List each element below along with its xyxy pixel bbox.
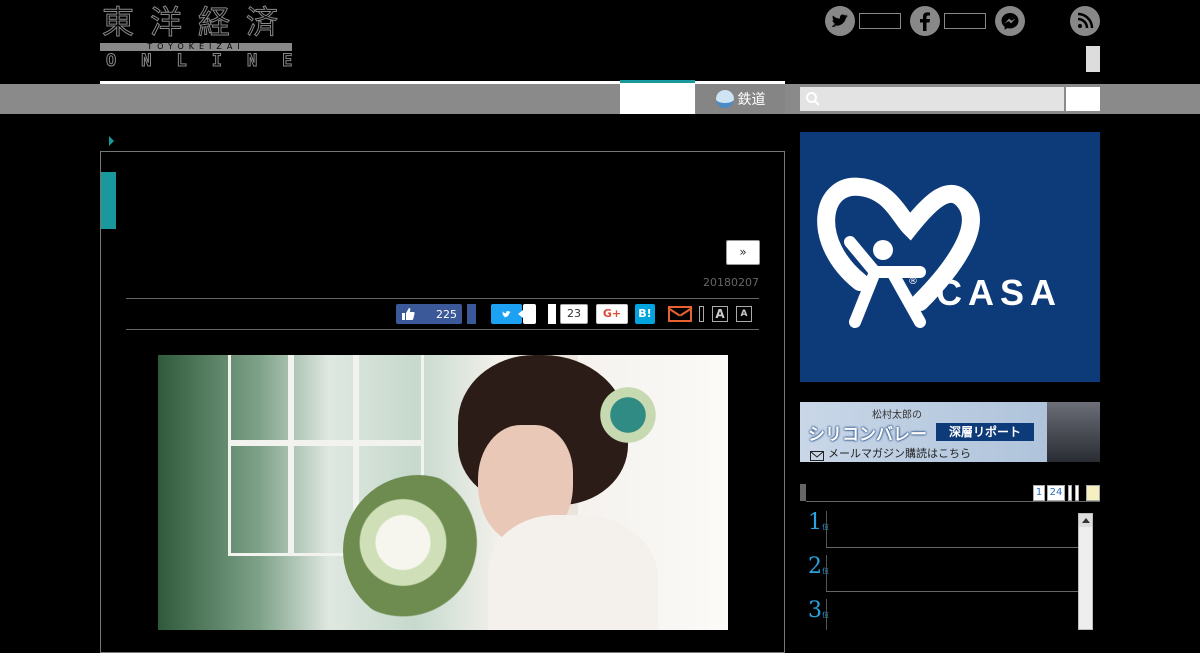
twitter-icon	[501, 311, 511, 318]
article-date: 20180207	[703, 276, 759, 289]
ranking-tab-1h[interactable]: 1	[1033, 485, 1045, 501]
facebook-like-button[interactable]: 225	[396, 304, 462, 324]
twitter-follow-count[interactable]	[859, 13, 901, 29]
search-button[interactable]	[1066, 87, 1100, 111]
facebook-f-glyph	[920, 12, 930, 31]
mail-icon[interactable]	[668, 306, 692, 322]
font-large-button[interactable]: A	[712, 306, 728, 322]
thumbs-up-icon	[402, 308, 415, 320]
next-page-button[interactable]: »	[726, 240, 760, 265]
scroll-up-arrow-icon[interactable]	[1079, 514, 1092, 527]
nav-tab-railway[interactable]: 鉄道	[696, 84, 785, 114]
logo-online: ONLINE	[105, 51, 318, 72]
facebook-share-button[interactable]	[467, 304, 476, 324]
ranking-item-2-separator	[826, 555, 827, 591]
ranking-rank-number: 3	[808, 598, 822, 623]
ranking-tab-extra[interactable]	[1086, 485, 1100, 501]
facebook-like-count: 225	[436, 307, 457, 321]
messenger-icon[interactable]	[995, 6, 1025, 36]
ranking-rank-number: 1	[808, 510, 822, 535]
nav-tab-railway-label: 鉄道	[737, 92, 766, 108]
twitter-share-count	[518, 304, 536, 324]
facebook-icon[interactable]	[910, 6, 940, 36]
casa-heart-logo	[817, 177, 980, 328]
envelope-icon	[810, 446, 824, 465]
hatena-count: 23	[560, 304, 588, 324]
ranking-scrollbar[interactable]	[1078, 513, 1093, 630]
twitter-bird-glyph	[832, 14, 848, 27]
ranking-header-bar	[800, 484, 806, 501]
hatena-bookmark-button[interactable]: B!	[635, 304, 655, 324]
registered-mark: ®	[908, 276, 918, 287]
twitter-icon[interactable]	[825, 6, 855, 36]
ranking-tab-24h[interactable]: 24	[1047, 485, 1065, 501]
title-accent-bar	[101, 172, 116, 229]
ranking-item-1-separator	[826, 511, 827, 547]
ranking-tab-month[interactable]	[1075, 485, 1079, 501]
pocket-button[interactable]	[548, 304, 556, 324]
login-button[interactable]	[1086, 46, 1100, 72]
facebook-like-count[interactable]	[944, 13, 986, 29]
newsletter-author: 松村太郎の	[872, 410, 922, 421]
logo-roman: TOYOKEIZAI	[100, 43, 292, 51]
newsletter-title: シリコンバレー	[808, 425, 927, 445]
nav-tab-active[interactable]	[620, 80, 695, 114]
logo-kanji[interactable]: 東洋経済	[101, 4, 294, 41]
font-small-button[interactable]: A	[736, 306, 752, 322]
casa-ad-banner[interactable]	[800, 132, 1100, 382]
ranking-tab-week[interactable]	[1068, 485, 1072, 501]
google-plus-button[interactable]: G+	[596, 304, 628, 324]
print-button[interactable]	[699, 306, 704, 322]
share-divider-bottom	[126, 329, 759, 330]
messenger-bubble-glyph	[1001, 13, 1019, 30]
train-icon	[715, 90, 734, 108]
ranking-row-divider	[826, 591, 1078, 592]
ranking-row-divider	[826, 547, 1078, 548]
ranking-header-line	[806, 501, 1100, 502]
rss-icon[interactable]	[1070, 6, 1100, 36]
share-divider-top	[126, 298, 759, 299]
ranking-item-3-separator	[826, 599, 827, 630]
search-icon	[805, 91, 821, 111]
newsletter-tag: 深層リポート	[936, 423, 1034, 441]
search-input[interactable]	[800, 87, 1064, 111]
newsletter-subscribe-link[interactable]: メールマガジン購読はこちら	[828, 445, 971, 461]
newsletter-author-photo	[1047, 402, 1100, 462]
casa-ad-wordmark: CASA	[936, 272, 1063, 313]
breadcrumb-arrow-icon	[109, 136, 114, 146]
rss-glyph	[1077, 12, 1094, 29]
article-hero-image	[158, 355, 728, 630]
ranking-rank-number: 2	[808, 554, 822, 579]
